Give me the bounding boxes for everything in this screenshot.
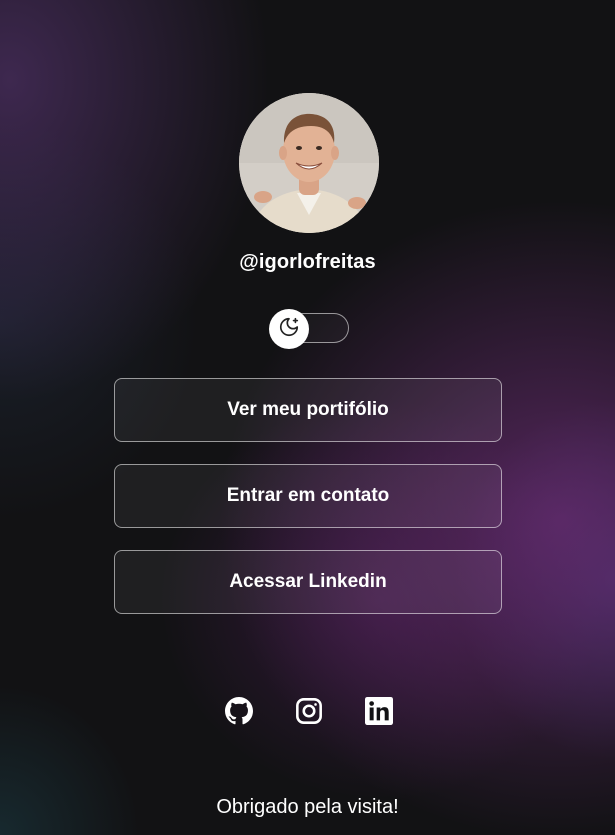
linkedin-icon[interactable] <box>365 697 393 725</box>
profile-handle: @igorlofreitas <box>239 251 376 273</box>
toggle-knob[interactable] <box>269 309 309 349</box>
contact-button[interactable]: Entrar em contato <box>114 464 502 528</box>
linkedin-button[interactable]: Acessar Linkedin <box>114 550 502 614</box>
theme-toggle[interactable] <box>269 309 349 349</box>
github-icon[interactable] <box>225 697 253 725</box>
profile-avatar <box>239 93 379 233</box>
portfolio-button[interactable]: Ver meu portifólio <box>114 378 502 442</box>
footer-thanks: Obrigado pela visita! <box>216 796 399 818</box>
moon-stars-icon <box>278 316 300 343</box>
instagram-icon[interactable] <box>295 697 323 725</box>
